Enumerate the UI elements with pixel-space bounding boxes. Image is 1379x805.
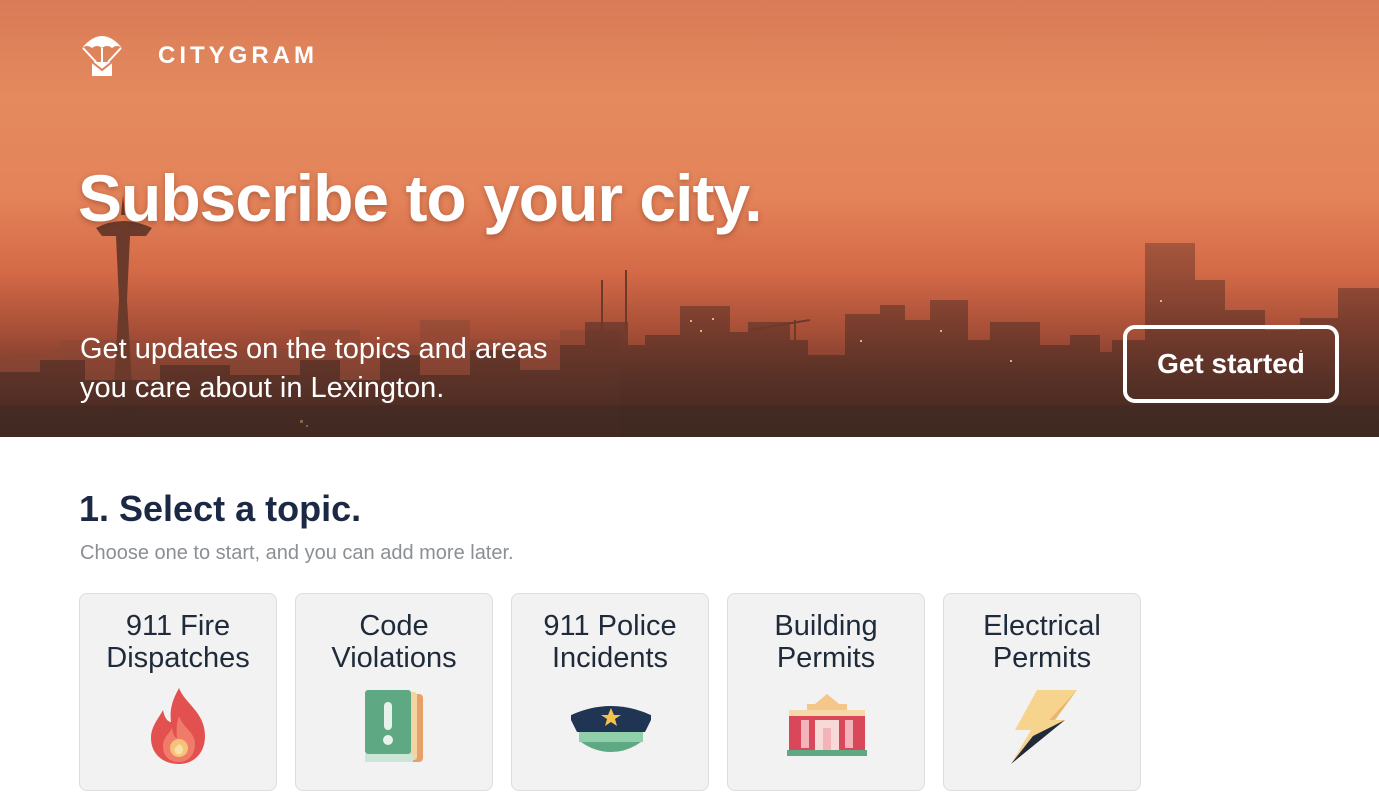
topic-card-electrical-permits[interactable]: Electrical Permits: [943, 593, 1141, 791]
topic-card-fire-dispatches[interactable]: 911 Fire Dispatches: [79, 593, 277, 791]
hero-title: Subscribe to your city.: [78, 161, 763, 235]
topic-card-police-incidents[interactable]: 911 Police Incidents: [511, 593, 709, 791]
topic-label: Electrical Permits: [983, 610, 1101, 674]
topic-label: Code Violations: [331, 610, 457, 674]
section-subtitle: Choose one to start, and you can add mor…: [80, 542, 514, 564]
parachute-mail-logo-icon[interactable]: [80, 26, 124, 80]
building-icon: [787, 694, 867, 756]
topic-label: Building Permits: [774, 610, 878, 674]
fire-icon: [151, 688, 205, 764]
brand-wordmark[interactable]: CITYGRAM: [158, 42, 318, 70]
topic-card-building-permits[interactable]: Building Permits: [727, 593, 925, 791]
topic-label: 911 Fire Dispatches: [106, 610, 250, 674]
hero-subtitle: Get updates on the topics and areas you …: [80, 333, 548, 404]
topic-card-code-violations[interactable]: Code Violations: [295, 593, 493, 791]
lightning-icon: [1011, 690, 1077, 764]
get-started-button[interactable]: Get started: [1123, 325, 1339, 403]
section-title: 1. Select a topic.: [79, 488, 362, 529]
police-cap-icon: [571, 706, 651, 752]
hero-banner: CITYGRAM Subscribe to your city. Get upd…: [0, 0, 1379, 437]
topic-label: 911 Police Incidents: [543, 610, 677, 674]
book-exclamation-icon: [365, 690, 423, 762]
